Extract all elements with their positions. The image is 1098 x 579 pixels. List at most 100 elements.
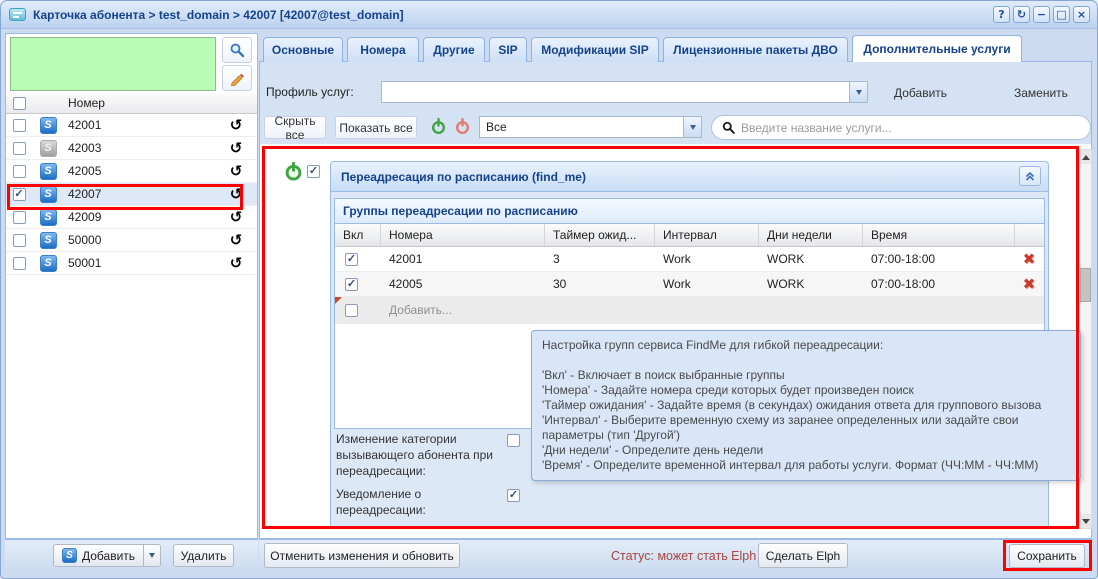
add-group-checkbox[interactable] — [345, 304, 358, 317]
subscriber-row[interactable]: S 42009 ↺ — [6, 206, 257, 229]
sip-status-icon: S — [40, 186, 57, 203]
tab-sip[interactable]: SIP — [489, 37, 527, 62]
enable-all-services-button[interactable] — [430, 118, 447, 135]
window-controls: ? ↻ − □ × — [993, 6, 1090, 23]
group-numbers[interactable]: 42005 — [381, 277, 545, 291]
subscriber-number: 42001 — [64, 118, 219, 132]
status-text: Статус: может стать Elph — [611, 549, 756, 563]
tab-numbers[interactable]: Номера — [347, 37, 419, 62]
service-power-button[interactable] — [284, 162, 303, 181]
service-search-input[interactable] — [741, 121, 1080, 135]
history-icon[interactable]: ↺ — [230, 141, 243, 156]
column-header-numbers: Номера — [381, 224, 545, 246]
close-button[interactable]: × — [1073, 6, 1090, 23]
subscriber-row[interactable]: S 50001 ↺ — [6, 252, 257, 275]
add-subscriber-button[interactable]: S Добавить — [54, 548, 143, 563]
service-panel-header[interactable]: Переадресация по расписанию (find_me) — [330, 161, 1049, 192]
service-search-box — [711, 115, 1091, 140]
history-icon[interactable]: ↺ — [230, 233, 243, 248]
row-checkbox[interactable] — [13, 211, 26, 224]
maximize-button[interactable]: □ — [1053, 6, 1070, 23]
hide-all-button[interactable]: Скрыть все — [264, 116, 326, 139]
column-header-number: Номер — [64, 96, 219, 110]
services-filter-combo[interactable]: Все — [479, 116, 702, 138]
subscriber-edit-button[interactable] — [222, 65, 252, 91]
row-checkbox[interactable] — [13, 119, 26, 132]
subscriber-row[interactable]: S 50000 ↺ — [6, 229, 257, 252]
disable-all-services-button[interactable] — [454, 118, 471, 135]
row-checkbox[interactable] — [13, 257, 26, 270]
subscriber-search-button[interactable] — [222, 37, 252, 63]
delete-group-icon[interactable]: ✖ — [1023, 252, 1036, 267]
save-button[interactable]: Сохранить — [1009, 544, 1085, 568]
history-icon[interactable]: ↺ — [230, 164, 243, 179]
tab-main[interactable]: Основные — [263, 37, 343, 62]
history-icon[interactable]: ↺ — [230, 118, 243, 133]
group-time[interactable]: 07:00-18:00 — [863, 252, 1015, 266]
scrollbar-up-button[interactable] — [1080, 150, 1091, 164]
row-checkbox[interactable] — [13, 165, 26, 178]
tab-sip-modifications[interactable]: Модификации SIP — [531, 37, 659, 62]
make-elph-button[interactable]: Сделать Elph — [758, 543, 848, 568]
group-row[interactable]: 42001 3 Work WORK 07:00-18:00 ✖ — [335, 247, 1044, 272]
subscriber-filter-input[interactable] — [10, 37, 216, 91]
refresh-icon: ↻ — [1017, 8, 1026, 21]
group-timer[interactable]: 30 — [545, 277, 655, 291]
add-group-label[interactable]: Добавить... — [381, 303, 460, 317]
service-enabled-checkbox[interactable] — [307, 165, 320, 178]
groups-table-header: Вкл Номера Таймер ожид... Интервал Дни н… — [335, 224, 1044, 247]
tooltip-line — [542, 353, 1070, 368]
option-change-category-label: Изменение категории вызывающего абонента… — [336, 431, 512, 479]
minimize-button[interactable]: − — [1033, 6, 1050, 23]
scrollbar-down-button[interactable] — [1080, 514, 1091, 528]
tab-others[interactable]: Другие — [423, 37, 485, 62]
help-button[interactable]: ? — [993, 6, 1010, 23]
add-subscriber-menu-button[interactable] — [143, 545, 160, 566]
group-timer[interactable]: 3 — [545, 252, 655, 266]
subscriber-row[interactable]: S 42005 ↺ — [6, 160, 257, 183]
findme-groups-title: Группы переадресации по расписанию — [335, 199, 1044, 224]
group-numbers[interactable]: 42001 — [381, 252, 545, 266]
window-titlebar: Карточка абонента > test_domain > 42007 … — [1, 1, 1097, 29]
group-interval[interactable]: Work — [655, 252, 759, 266]
service-profile-label: Профиль услуг: — [266, 85, 354, 99]
scrollbar-thumb[interactable] — [1080, 268, 1091, 302]
group-weekdays[interactable]: WORK — [759, 252, 863, 266]
subscriber-row-selected[interactable]: S 42007 ↺ — [6, 183, 257, 206]
sip-status-icon: S — [40, 255, 57, 272]
delete-subscriber-button[interactable]: Удалить — [173, 544, 234, 567]
group-enabled-checkbox[interactable] — [345, 278, 358, 291]
tooltip-line: 'Время' - Определите временной интервал … — [542, 458, 1070, 473]
history-icon[interactable]: ↺ — [230, 187, 243, 202]
collapse-button[interactable] — [1019, 166, 1041, 186]
service-profile-combo[interactable] — [381, 81, 868, 103]
history-icon[interactable]: ↺ — [230, 210, 243, 225]
select-all-checkbox[interactable] — [13, 97, 26, 110]
option-change-category-checkbox[interactable] — [507, 434, 520, 447]
add-group-row[interactable]: Добавить... — [335, 297, 1044, 324]
group-time[interactable]: 07:00-18:00 — [863, 277, 1015, 291]
column-header-weekdays: Дни недели — [759, 224, 863, 246]
refresh-button[interactable]: ↻ — [1013, 6, 1030, 23]
service-profile-trigger[interactable] — [849, 82, 867, 102]
row-checkbox[interactable] — [13, 142, 26, 155]
history-icon[interactable]: ↺ — [230, 256, 243, 271]
revert-button[interactable]: Отменить изменения и обновить — [264, 543, 460, 568]
add-profile-button[interactable]: Добавить — [894, 83, 947, 103]
group-enabled-checkbox[interactable] — [345, 253, 358, 266]
delete-group-icon[interactable]: ✖ — [1023, 277, 1036, 292]
row-checkbox[interactable] — [13, 188, 26, 201]
subscriber-row[interactable]: S 42003 ↺ — [6, 137, 257, 160]
tab-additional-services[interactable]: Дополнительные услуги — [852, 35, 1022, 62]
row-checkbox[interactable] — [13, 234, 26, 247]
group-interval[interactable]: Work — [655, 277, 759, 291]
group-weekdays[interactable]: WORK — [759, 277, 863, 291]
show-all-button[interactable]: Показать все — [335, 116, 417, 139]
tab-dvo-packages[interactable]: Лицензионные пакеты ДВО — [663, 37, 848, 62]
subscriber-row[interactable]: S 42001 ↺ — [6, 114, 257, 137]
group-row[interactable]: 42005 30 Work WORK 07:00-18:00 ✖ — [335, 272, 1044, 297]
option-notify-checkbox[interactable] — [507, 489, 520, 502]
replace-profile-button[interactable]: Заменить — [1014, 83, 1068, 103]
services-filter-trigger[interactable] — [683, 117, 701, 137]
option-notify-label: Уведомление о переадресации: — [336, 486, 471, 518]
